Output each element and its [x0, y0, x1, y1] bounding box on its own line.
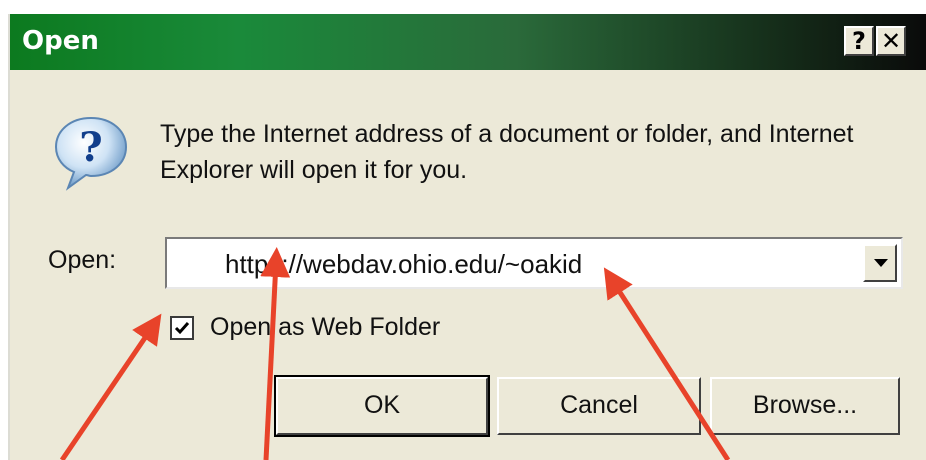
cancel-button[interactable]: Cancel [497, 377, 701, 435]
web-folder-checkbox[interactable] [170, 316, 194, 340]
title-bar[interactable]: Open ? ✕ [10, 14, 926, 70]
web-folder-label[interactable]: Open as Web Folder [210, 313, 440, 342]
chevron-down-icon [874, 259, 888, 267]
close-button[interactable]: ✕ [876, 26, 906, 56]
question-bubble-icon: ? [52, 114, 130, 192]
browse-button[interactable]: Browse... [710, 377, 900, 435]
svg-text:?: ? [79, 124, 102, 171]
dropdown-button[interactable] [863, 244, 897, 282]
address-combobox[interactable]: https://webdav.ohio.edu/~oakid [165, 237, 903, 289]
checkmark-icon [174, 322, 190, 335]
window-title: Open [22, 26, 99, 56]
help-button[interactable]: ? [844, 26, 874, 56]
open-label: Open: [48, 246, 117, 274]
address-input[interactable]: https://webdav.ohio.edu/~oakid [225, 249, 582, 280]
ok-button[interactable]: OK [274, 375, 490, 437]
instruction-text: Type the Internet address of a document … [160, 120, 854, 184]
open-dialog: Open ? ✕ ? Type the Internet address of … [8, 14, 926, 460]
